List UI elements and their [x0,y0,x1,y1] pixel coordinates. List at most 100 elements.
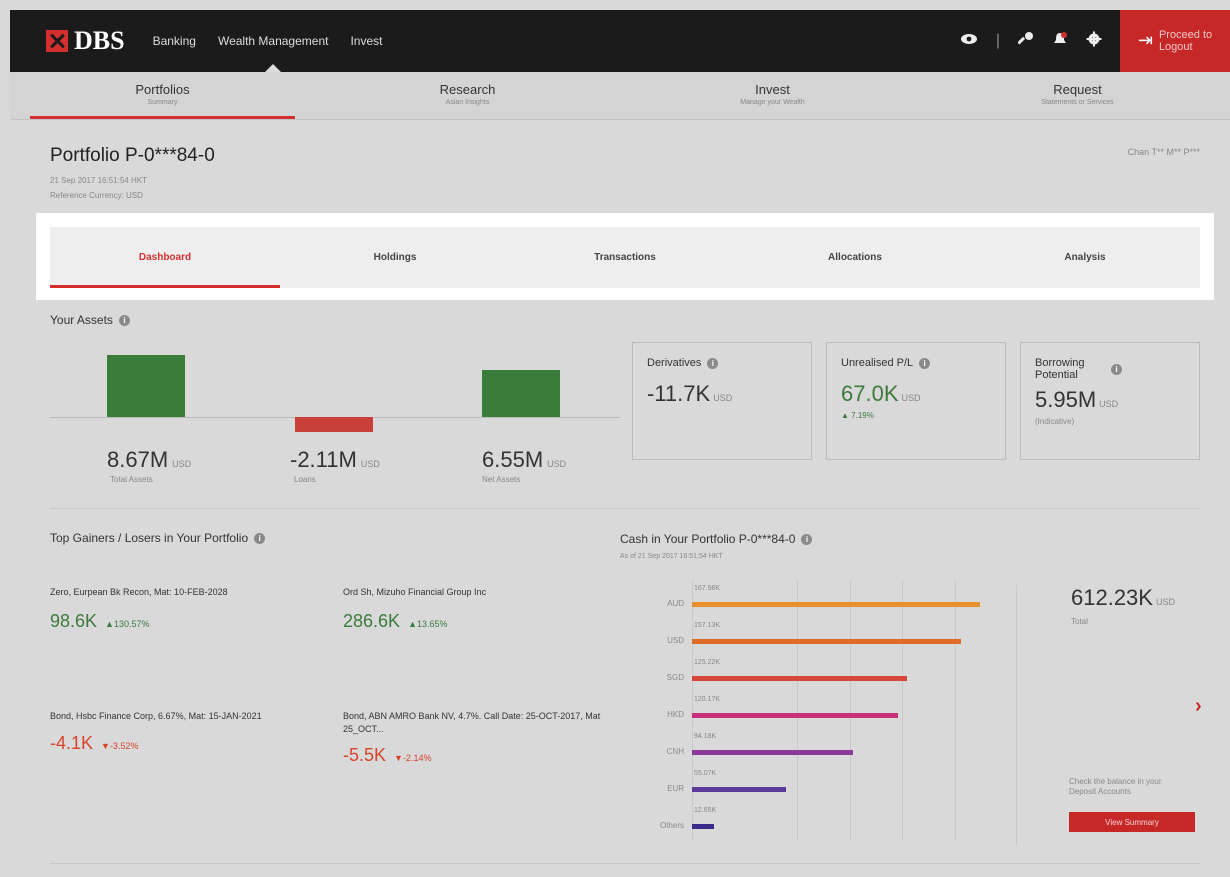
loser-item[interactable]: Bond, Hsbc Finance Corp, 6.67%, Mat: 15-… [50,710,310,754]
pl-value: -5.5K [343,745,387,766]
top-nav-banking[interactable]: Banking [153,34,196,48]
cash-subtitle: As of 21 Sep 2017 16:51:54 HKT [620,553,723,560]
key-icon[interactable] [1017,31,1034,52]
bell-icon[interactable] [1052,31,1068,52]
card-title: Unrealised P/L [841,357,914,369]
sub-nav-title: Research [439,82,496,97]
divider [50,508,1200,509]
chevron-right-icon[interactable]: › [1195,695,1202,718]
info-icon[interactable]: i [118,314,130,326]
total-assets-bar [107,355,185,417]
cash-summary-panel: 612.23K USD Total › Check the balance in … [1016,585,1206,845]
unit-text: USD [1099,399,1119,410]
portfolio-timestamp: 21 Sep 2017 16:51:54 HKT [50,176,147,185]
brand-name: DBS [74,26,125,55]
eye-icon[interactable] [960,32,978,50]
derivatives-value: -11.7K [647,381,711,406]
category-label: HKD [667,710,684,719]
check-balance-text: Check the balance in your Deposit Accoun… [1069,777,1162,797]
sub-nav-request[interactable]: Request Statements or Services [925,72,1230,119]
derivatives-card: Derivatives i -11.7K USD [632,342,812,460]
sub-nav-portfolios[interactable]: Portfolios Summary [10,72,315,119]
assets-section-title: Your Assets i [50,313,130,327]
grid-line [955,580,956,840]
reference-currency: Reference Currency: USD [50,191,143,201]
gainer-item[interactable]: Ord Sh, Mizuho Financial Group Inc 286.6… [343,586,603,632]
pl-value: 286.6K [343,610,401,631]
unrealised-pl-card: Unrealised P/L i 67.0K USD ▲ 7.19% [826,342,1006,460]
sub-nav-invest[interactable]: Invest Manage your Wealth [620,72,925,119]
pl-percent: ▲130.57% [105,618,150,629]
unit-text: USD [901,393,921,403]
info-icon[interactable]: i [707,357,719,369]
divider [50,863,1200,864]
sub-nav-title: Request [1053,82,1102,97]
info-icon[interactable]: i [254,532,266,544]
tab-transactions[interactable]: Transactions [510,227,740,288]
cash-bar [692,602,980,607]
pl-value: 98.6K [50,610,98,631]
borrowing-potential-card: Borrowing Potential i 5.95M USD (Indicativ… [1020,342,1200,460]
category-label: USD [667,636,684,645]
gainer-item[interactable]: Zero, Eurpean Bk Recon, Mat: 10-FEB-2028… [50,586,310,632]
loans-bar [295,417,373,433]
instrument-name: Bond, ABN AMRO Bank NV, 4.7%. Call Date:… [343,711,601,734]
net-assets-label: Net Assets [482,475,521,484]
unit-text: USD [713,393,733,403]
divider: | [995,32,1000,49]
view-summary-button[interactable]: View Summary [1069,812,1195,832]
bar-value-label: 157.13K [694,622,721,629]
dbs-logo-mark-icon [46,30,68,52]
cash-section-title: Cash in Your Portfolio P-0***84-0 i [620,532,813,546]
tab-holdings[interactable]: Holdings [280,227,510,288]
assets-title: Your Assets [50,313,113,327]
bar-value-label: 120.17K [694,696,721,703]
top-bar: DBS Banking Wealth Management Invest | ⇥… [10,10,1230,72]
cash-title: Cash in Your Portfolio P-0***84-0 [620,532,796,546]
gainers-title: Top Gainers / Losers in Your Portfolio [50,531,249,545]
info-icon[interactable]: i [1111,363,1122,375]
sub-nav-subtitle: Manage your Wealth [740,99,805,106]
cash-total-value: 612.23K [1071,585,1153,610]
sub-nav-research[interactable]: Research Asian Insights [315,72,620,119]
pl-value: -4.1K [50,732,94,753]
gear-icon[interactable] [1086,31,1102,52]
net-assets-value: 6.55M USD [482,447,566,473]
assets-chart: 8.67M USD Total Assets -2.11M USD Loans 6.… [50,345,620,495]
top-nav-wealth-management[interactable]: Wealth Management [218,34,328,72]
info-icon[interactable]: i [801,533,813,545]
category-label: AUD [667,599,684,608]
info-icon[interactable]: i [919,357,931,369]
unrealised-change: ▲ 7.19% [841,411,874,420]
dbs-logo[interactable]: DBS [46,26,125,56]
cash-bar [692,750,854,755]
card-title: Derivatives [647,357,702,369]
tab-allocations[interactable]: Allocations [740,227,970,288]
tab-dashboard[interactable]: Dashboard [50,227,280,288]
gainers-section-title: Top Gainers / Losers in Your Portfolio i [50,531,266,545]
value-text: 8.67M [107,447,169,472]
tab-bar: Dashboard Holdings Transactions Allocati… [50,227,1200,288]
borrowing-note: (Indicative) [1035,417,1075,427]
category-label: EUR [667,784,684,793]
instrument-name: Ord Sh, Mizuho Financial Group Inc [343,587,487,597]
tab-analysis[interactable]: Analysis [970,227,1200,288]
cash-bar [692,824,714,829]
unrealised-value: 67.0K [841,381,899,406]
top-nav-invest[interactable]: Invest [350,34,382,48]
loans-value: -2.11M USD [290,447,380,473]
cash-total-label: Total [1071,617,1088,626]
category-label: CNH [666,747,684,756]
loans-label: Loans [294,475,316,484]
category-label: SGD [666,673,684,682]
loser-item[interactable]: Bond, ABN AMRO Bank NV, 4.7%. Call Date:… [343,710,603,766]
bar-value-label: 12.65K [694,807,717,814]
cash-bar [692,676,907,681]
borrowing-value: 5.95M [1035,387,1097,413]
bar-value-label: 55.07K [694,770,717,777]
logout-button[interactable]: ⇥ Proceed to Logout [1120,10,1230,72]
pl-percent: ▲13.65% [408,618,448,629]
cash-bar [692,713,898,718]
sub-nav-subtitle: Summary [147,99,178,106]
top-nav: Banking Wealth Management Invest [153,34,382,72]
